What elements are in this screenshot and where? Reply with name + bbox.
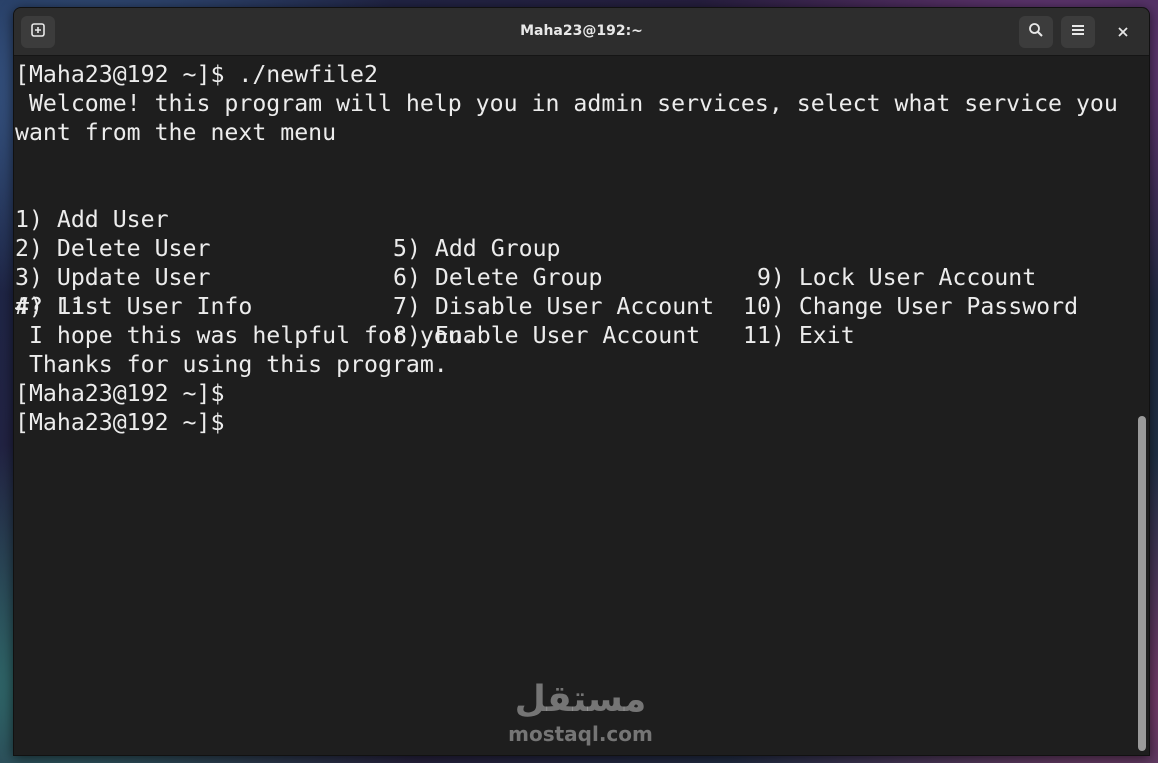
menu-option: 10) Change User Password — [743, 293, 1079, 320]
close-button[interactable] — [1107, 16, 1139, 48]
hamburger-menu-icon — [1070, 22, 1086, 42]
menu-row-1: 1) Add User 5) Add Group 9) Lock User Ac… — [15, 176, 1130, 291]
goodbye-line-2: Thanks for using this program. — [15, 351, 448, 378]
terminal-window: Maha23@192:~ [Maha23@192 ~]$ ./newfile2 … — [13, 7, 1150, 756]
search-icon — [1028, 22, 1044, 42]
search-button[interactable] — [1019, 16, 1053, 48]
new-tab-button[interactable] — [21, 16, 55, 48]
title-bar: Maha23@192:~ — [14, 8, 1149, 56]
menu-row-4: 4) List User Info 8) Enable User Account — [15, 263, 1130, 349]
terminal-output[interactable]: [Maha23@192 ~]$ ./newfile2 Welcome! this… — [14, 56, 1134, 755]
new-tab-icon — [30, 22, 46, 42]
window-title: Maha23@192:~ — [520, 23, 643, 39]
prompt-line: [Maha23@192 ~]$ — [15, 409, 225, 436]
close-icon — [1117, 23, 1129, 42]
command-line: [Maha23@192 ~]$ ./newfile2 — [15, 61, 378, 88]
watermark: مستقل mostaql.com — [508, 678, 653, 746]
welcome-line-1: Welcome! this program will help you in a… — [15, 90, 1118, 117]
menu-row-2: 2) Delete User 6) Delete Group 10) Chang… — [15, 205, 1130, 320]
watermark-site: mostaql.com — [508, 722, 653, 746]
menu-button[interactable] — [1061, 16, 1095, 48]
prompt-line: [Maha23@192 ~]$ — [15, 380, 225, 407]
selection-line: #? 11 — [15, 293, 85, 320]
menu-row-3: 3) Update User 7) Disable User Account 1… — [15, 234, 1130, 349]
menu-option: 7) Disable User Account — [393, 293, 715, 320]
watermark-logo: مستقل — [514, 679, 647, 720]
goodbye-line-1: I hope this was helpful for you. — [15, 322, 476, 349]
scrollbar-thumb[interactable] — [1138, 416, 1146, 751]
welcome-line-2: want from the next menu — [15, 119, 337, 146]
menu-option: 11) Exit — [743, 322, 855, 349]
